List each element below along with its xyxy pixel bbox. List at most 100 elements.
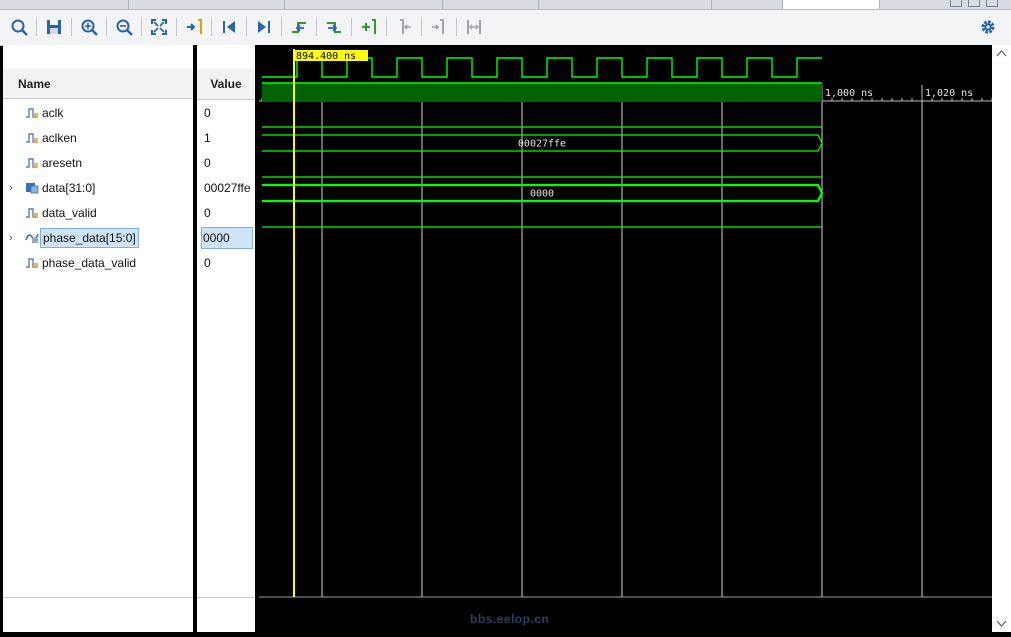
- scroll-down-icon[interactable]: [996, 620, 1007, 627]
- signal-name-row[interactable]: aresetn: [3, 150, 193, 175]
- go-to-last-time-button[interactable]: [252, 16, 276, 38]
- tab[interactable]: [0, 0, 129, 9]
- signal-name: phase_data[15:0]: [40, 227, 139, 248]
- bus-value-label: 0000: [530, 189, 554, 200]
- tab[interactable]: [129, 0, 285, 9]
- window-tab-strip: [0, 0, 1011, 10]
- time-tick-label: 1,000 ns: [825, 88, 873, 99]
- toolbar-separator: [36, 18, 37, 36]
- restore-icon[interactable]: [968, 0, 980, 7]
- signal-value-row[interactable]: 0: [197, 100, 255, 125]
- settings-icon: [981, 20, 995, 34]
- name-column-header[interactable]: Name: [3, 69, 193, 99]
- time-tick-label: 1,020 ns: [925, 88, 973, 99]
- search-button[interactable]: [7, 16, 31, 38]
- zoom-in-button[interactable]: [77, 16, 101, 38]
- bit-signal-icon: [26, 258, 38, 268]
- go-to-cursor-button[interactable]: [182, 16, 206, 38]
- signal-value: 1: [204, 130, 211, 145]
- signal-name: data[31:0]: [42, 180, 96, 195]
- signal-name-row[interactable]: › data[31:0]: [3, 175, 193, 200]
- waveform-toolbar: [0, 10, 1011, 46]
- tab-active[interactable]: [783, 0, 880, 9]
- save-icon: [47, 20, 61, 34]
- close-icon[interactable]: [986, 0, 998, 7]
- vertical-scrollbar[interactable]: [992, 45, 1011, 632]
- bit-signal-icon: [26, 108, 38, 118]
- signal-name: phase_data_valid: [42, 255, 137, 270]
- signal-name-row[interactable]: › phase_data[15:0]: [3, 225, 193, 250]
- toolbar-separator: [211, 18, 212, 36]
- previous-transition-button[interactable]: [287, 16, 311, 38]
- tab[interactable]: [285, 0, 443, 9]
- signal-value-row[interactable]: 1: [197, 125, 255, 150]
- previous-marker-button[interactable]: [392, 16, 416, 38]
- signal-name-row[interactable]: data_valid: [3, 200, 193, 225]
- panel-footer-divider: [197, 597, 255, 598]
- signal-name-panel: Name aclk aclken aresetn › data[31:0] data_va…: [3, 45, 193, 632]
- swap-cursors-button[interactable]: [462, 16, 486, 38]
- previous-transition-icon: [292, 22, 306, 33]
- bit-signal-icon: [26, 208, 38, 218]
- value-header-label: Value: [210, 77, 242, 91]
- toolbar-separator: [71, 18, 72, 36]
- signal-name-row[interactable]: phase_data_valid: [3, 250, 193, 275]
- aclken-waveform-fill: [262, 83, 822, 102]
- toolbar-separator: [386, 18, 387, 36]
- signal-name: aclk: [42, 105, 64, 120]
- panel-footer-divider: [3, 597, 193, 598]
- analog-bus-signal-icon: [25, 233, 39, 243]
- bit-signal-icon: [26, 133, 38, 143]
- toolbar-separator: [106, 18, 107, 36]
- toolbar-separator: [141, 18, 142, 36]
- signal-value: 0: [204, 155, 211, 170]
- value-column-header[interactable]: Value: [197, 69, 255, 100]
- signal-value-row[interactable]: 0: [197, 150, 255, 175]
- add-marker-button[interactable]: [357, 16, 381, 38]
- expand-chevron-icon[interactable]: ›: [9, 182, 13, 194]
- toolbar-separator: [351, 18, 352, 36]
- toolbar-separator: [421, 18, 422, 36]
- expand-chevron-icon[interactable]: ›: [9, 232, 13, 244]
- go-to-last-time-icon: [258, 21, 270, 33]
- settings-button[interactable]: [976, 16, 1000, 38]
- signal-name-row[interactable]: aclk: [3, 100, 193, 125]
- search-icon: [11, 19, 28, 36]
- toolbar-separator: [281, 18, 282, 36]
- signal-name: aresetn: [42, 155, 83, 170]
- signal-value-panel: Value 0 1 0 00027ffe 0 0000 0: [197, 45, 255, 632]
- bit-signal-icon: [26, 158, 38, 168]
- signal-name-row[interactable]: aclken: [3, 125, 193, 150]
- signal-value-row[interactable]: 0: [197, 250, 255, 275]
- signal-value-row[interactable]: 0000: [197, 225, 255, 250]
- tab[interactable]: [443, 0, 539, 9]
- name-header-label: Name: [18, 76, 51, 91]
- zoom-fit-button[interactable]: [147, 16, 171, 38]
- add-marker-icon: [362, 19, 376, 34]
- toolbar-separator: [246, 18, 247, 36]
- signal-value: 0: [204, 205, 211, 220]
- signal-value-row[interactable]: 00027ffe: [197, 175, 255, 200]
- zoom-out-button[interactable]: [112, 16, 136, 38]
- previous-marker-icon: [400, 19, 411, 34]
- tab[interactable]: [539, 0, 712, 9]
- next-marker-button[interactable]: [427, 16, 451, 38]
- waveform-canvas[interactable]: 900 ns920 ns940 ns960 ns980 ns1,000 ns1,…: [259, 45, 993, 632]
- waveform-view[interactable]: 900 ns920 ns940 ns960 ns980 ns1,000 ns1,…: [259, 45, 1011, 632]
- go-to-time-zero-button[interactable]: [217, 16, 241, 38]
- save-button[interactable]: [42, 16, 66, 38]
- zoom-out-icon: [116, 19, 133, 36]
- signal-value: 00027ffe: [204, 180, 251, 195]
- next-transition-button[interactable]: [322, 16, 346, 38]
- scroll-up-icon[interactable]: [996, 50, 1007, 57]
- zoom-in-icon: [81, 19, 98, 36]
- next-transition-icon: [327, 22, 341, 33]
- signal-name: aclken: [42, 130, 77, 145]
- tab[interactable]: [712, 0, 783, 9]
- signal-value: 0: [204, 255, 211, 270]
- go-to-cursor-icon: [187, 19, 202, 34]
- signal-value-row[interactable]: 0: [197, 200, 255, 225]
- bus-signal-icon: [26, 183, 39, 194]
- minimize-icon[interactable]: [950, 0, 962, 7]
- bus-value-label: 00027ffe: [518, 139, 566, 150]
